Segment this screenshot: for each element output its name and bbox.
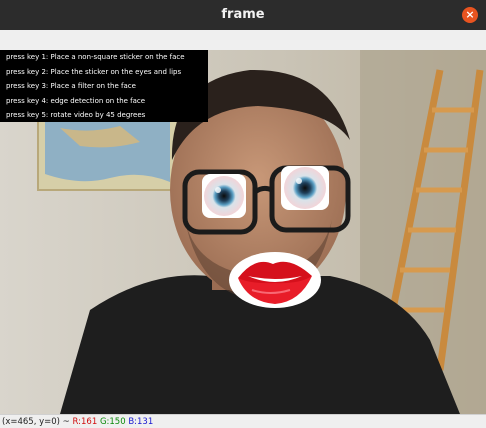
- video-frame[interactable]: press key 1: Place a non-square sticker …: [0, 50, 486, 414]
- status-bar: (x=465, y=0) ~ R:161 G:150 B:131: [0, 414, 486, 428]
- eye-sticker-right: [281, 166, 329, 210]
- instruction-line: press key 5: rotate video by 45 degrees: [6, 111, 146, 119]
- close-icon[interactable]: ×: [462, 7, 478, 23]
- window-title: frame: [221, 7, 265, 22]
- instruction-line: press key 1: Place a non-square sticker …: [6, 53, 185, 61]
- toolbar-strip: [0, 30, 486, 51]
- instruction-line: press key 4: edge detection on the face: [6, 97, 146, 105]
- pixel-red-value: R:161: [72, 417, 98, 427]
- pixel-blue-value: B:131: [128, 417, 154, 427]
- instruction-line: press key 2: Place the sticker on the ey…: [6, 68, 182, 76]
- title-bar[interactable]: frame ×: [0, 0, 486, 31]
- opencv-window: frame × press key 1: Place a non-square …: [0, 0, 486, 428]
- eye-sticker-left: [202, 174, 246, 218]
- instruction-overlay: press key 1: Place a non-square sticker …: [0, 50, 208, 122]
- pixel-green-value: G:150: [99, 417, 126, 427]
- instruction-line: press key 3: Place a filter on the face: [6, 82, 136, 90]
- lips-sticker: [229, 252, 321, 308]
- cursor-coords: (x=465, y=0) ~: [2, 417, 70, 427]
